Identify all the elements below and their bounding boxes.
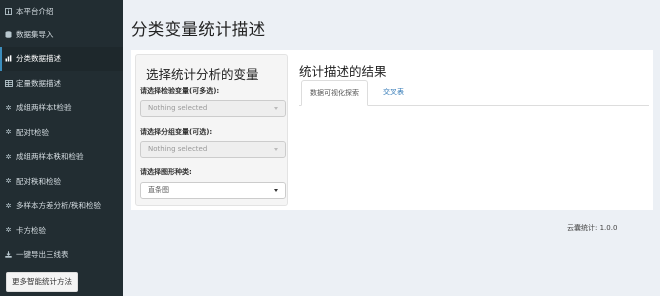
select-value: Nothing selected [148,104,208,112]
panel-title: 选择统计分析的变量 [146,67,259,82]
sidebar-item-chi-square[interactable]: ✲ 卡方检验 [0,218,123,243]
results-tabs: 数据可视化探索 交叉表 [299,80,649,106]
sidebar-item-two-sample-t-test[interactable]: ✲ 成组两样本t检验 [0,96,123,121]
group-variable-select[interactable]: Nothing selected [140,141,286,158]
sidebar-item-intro[interactable]: 本平台介绍 [0,0,123,22]
sidebar-item-categorical-description[interactable]: 分类数据描述 [0,46,123,71]
sidebar-item-label: 配对t检验 [16,127,49,137]
sidebar-item-label: 本平台介绍 [16,6,54,16]
page-title: 分类变量统计描述 [131,20,266,39]
tab-crosstab[interactable]: 交叉表 [375,80,412,105]
chevron-down-icon [274,148,278,151]
results-title: 统计描述的结果 [299,64,387,79]
chart-type-select[interactable]: 直条图 [140,182,286,199]
test-variable-select[interactable]: Nothing selected [140,100,286,117]
sidebar-item-paired-rank-sum[interactable]: ✲ 配对秩和检验 [0,169,123,194]
sidebar-item-dataset-import[interactable]: 数据集导入 [0,22,123,47]
sidebar-item-label: 定量数据描述 [16,78,61,88]
sidebar-item-anova-rank-sum[interactable]: ✲ 多样本方差分析/秩和检验 [0,194,123,219]
sidebar-item-label: 分类数据描述 [16,54,61,64]
gear-icon: ✲ [5,128,12,137]
sidebar-item-label: 卡方检验 [16,225,46,235]
bar-chart-icon [4,55,13,62]
sidebar-item-label: 一键导出三线表 [16,250,69,260]
variable-selection-panel: 选择统计分析的变量 请选择检验变量(可多选): Nothing selected… [135,54,288,206]
table-icon [4,79,13,87]
sidebar-item-label: 多样本方差分析/秩和检验 [16,201,102,211]
version-footer: 云囊统计: 1.0.0 [567,224,618,232]
chevron-down-icon [274,107,278,110]
sidebar-item-label: 成组两样本秩和检验 [16,152,84,162]
more-methods-button[interactable]: 更多智能统计方法 [6,272,78,292]
download-icon [4,251,13,258]
select-value: Nothing selected [148,145,208,153]
select-value: 直条图 [148,186,169,194]
sidebar-item-export-three-line-table[interactable]: 一键导出三线表 [0,243,123,268]
main-content: 分类变量统计描述 选择统计分析的变量 请选择检验变量(可多选): Nothing… [123,0,660,296]
sidebar-item-label: 成组两样本t检验 [16,103,72,113]
group-variable-label: 请选择分组变量(可选): [140,128,213,136]
database-icon [4,31,13,38]
sidebar-item-label: 数据集导入 [16,29,54,39]
test-variable-label: 请选择检验变量(可多选): [140,87,220,95]
gear-icon: ✲ [5,103,12,112]
sidebar-item-quantitative-description[interactable]: 定量数据描述 [0,71,123,96]
chart-type-label: 请选择图形种类: [140,168,192,176]
tab-data-visualization[interactable]: 数据可视化探索 [301,80,368,106]
sidebar-item-label: 配对秩和检验 [16,176,61,186]
sidebar-item-paired-t-test[interactable]: ✲ 配对t检验 [0,120,123,145]
gear-icon: ✲ [5,226,12,235]
sidebar-item-two-sample-rank-sum[interactable]: ✲ 成组两样本秩和检验 [0,145,123,170]
gear-icon: ✲ [5,177,12,186]
info-square-icon [4,7,13,15]
gear-icon: ✲ [5,201,12,210]
sidebar: 本平台介绍 数据集导入 分类数据描述 定量数据描述 ✲ 成组两样本t检验 ✲ 配… [0,0,123,296]
gear-icon: ✲ [5,152,12,161]
chevron-down-icon [274,189,278,192]
content-panel: 选择统计分析的变量 请选择检验变量(可多选): Nothing selected… [131,50,653,210]
